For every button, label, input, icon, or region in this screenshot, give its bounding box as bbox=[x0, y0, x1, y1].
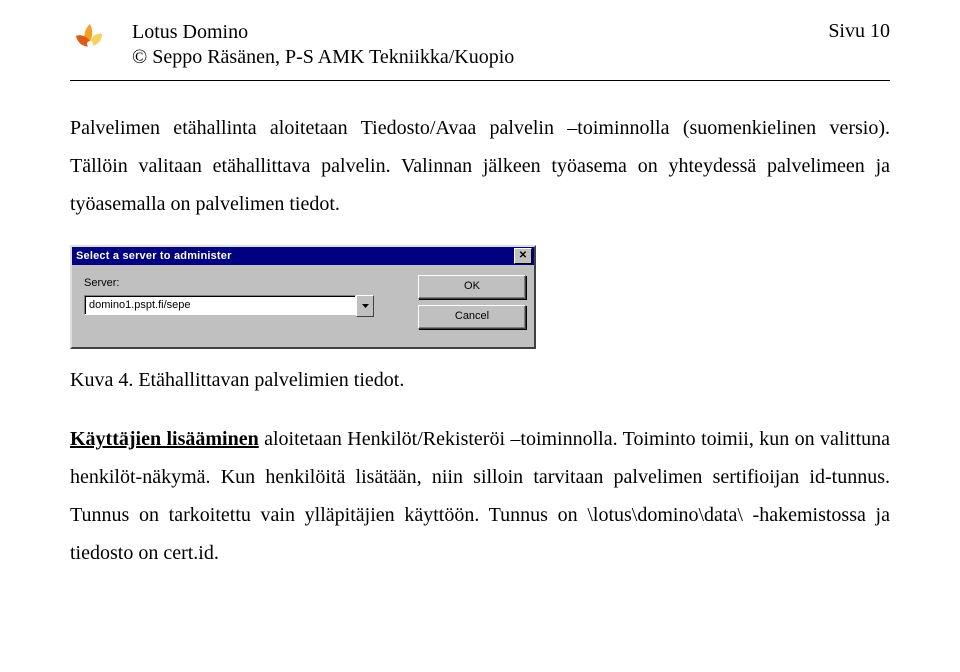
doc-author-line: © Seppo Räsänen, P-S AMK Tekniikka/Kuopi… bbox=[132, 45, 828, 70]
lotus-logo-icon bbox=[70, 20, 110, 60]
paragraph-1: Palvelimen etähallinta aloitetaan Tiedos… bbox=[70, 109, 890, 223]
paragraph-2: Käyttäjien lisääminen aloitetaan Henkilö… bbox=[70, 420, 890, 572]
page-header: Lotus Domino © Seppo Räsänen, P-S AMK Te… bbox=[70, 20, 890, 70]
dialog-figure: Select a server to administer ✕ Server: … bbox=[70, 245, 890, 349]
dialog-title: Select a server to administer bbox=[76, 250, 514, 262]
chevron-down-icon bbox=[362, 304, 369, 308]
server-label: Server: bbox=[84, 277, 398, 289]
dropdown-button[interactable] bbox=[356, 295, 374, 317]
select-server-dialog: Select a server to administer ✕ Server: … bbox=[70, 245, 536, 349]
close-button[interactable]: ✕ bbox=[514, 248, 532, 264]
close-icon: ✕ bbox=[519, 251, 527, 261]
header-divider bbox=[70, 80, 890, 81]
paragraph-2-lead: Käyttäjien lisääminen bbox=[70, 428, 259, 450]
dialog-titlebar: Select a server to administer ✕ bbox=[72, 247, 534, 265]
server-combobox[interactable]: domino1.pspt.fi/sepe bbox=[84, 295, 374, 317]
page-number: Sivu 10 bbox=[828, 20, 890, 43]
server-input[interactable]: domino1.pspt.fi/sepe bbox=[84, 295, 356, 315]
figure-caption: Kuva 4. Etähallittavan palvelimien tiedo… bbox=[70, 369, 890, 392]
ok-button[interactable]: OK bbox=[418, 275, 526, 299]
doc-title: Lotus Domino bbox=[132, 20, 828, 45]
cancel-button[interactable]: Cancel bbox=[418, 305, 526, 329]
